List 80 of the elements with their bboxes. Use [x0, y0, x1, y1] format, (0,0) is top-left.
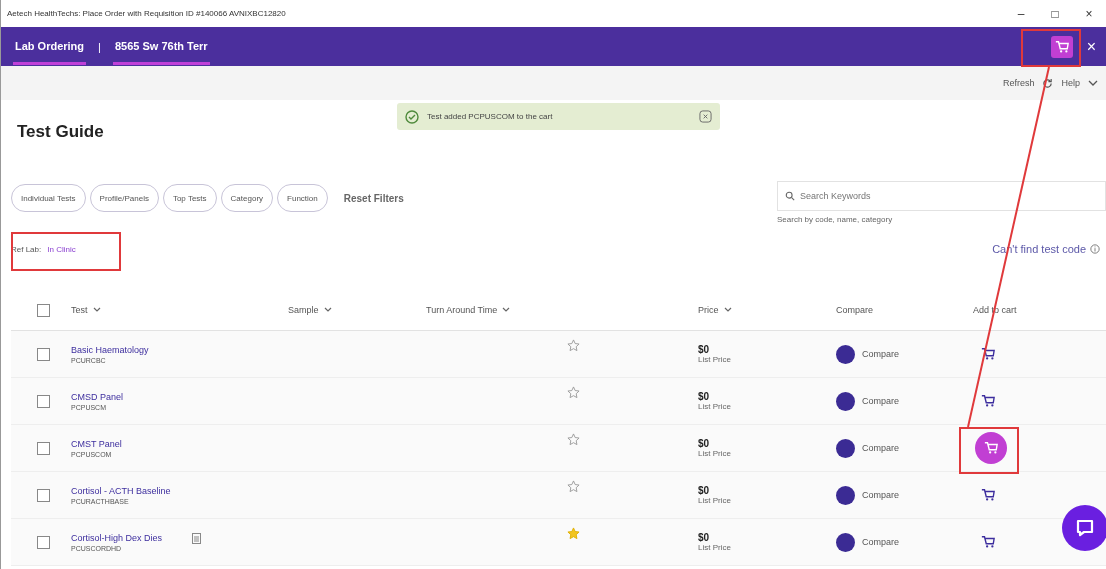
cart-icon: [984, 441, 998, 455]
window-control[interactable]: ×: [1072, 6, 1106, 21]
test-name-link[interactable]: Basic Haematology: [71, 344, 149, 355]
column-header[interactable]: Price: [698, 305, 719, 315]
page-title: Test Guide: [17, 122, 105, 142]
price: $0: [698, 344, 710, 355]
cart-icon: [981, 347, 995, 361]
star-icon[interactable]: [567, 433, 580, 446]
compare-label: Compare: [862, 490, 899, 500]
sort-caret-icon[interactable]: [323, 307, 332, 313]
filter-chip[interactable]: Individual Tests: [11, 184, 86, 212]
compare-toggle[interactable]: [836, 391, 855, 411]
price-label: List Price: [698, 449, 731, 458]
test-name-link[interactable]: Cortisol - ACTH Baseline: [71, 485, 171, 496]
compare-label: Compare: [862, 537, 899, 547]
row-checkbox[interactable]: [37, 347, 50, 361]
nav-separator: |: [98, 40, 101, 53]
price-label: List Price: [698, 355, 731, 364]
price: $0: [698, 391, 710, 402]
compare-toggle[interactable]: [836, 532, 855, 552]
star-icon[interactable]: [567, 480, 580, 493]
compare-toggle[interactable]: [836, 485, 855, 505]
filter-chip[interactable]: Top Tests: [162, 184, 217, 212]
chevron-down-icon: [1088, 79, 1098, 87]
row-checkbox[interactable]: [37, 441, 50, 455]
star-icon[interactable]: [567, 386, 580, 399]
search-field[interactable]: Search Keywords: [777, 181, 1106, 211]
price: $0: [698, 532, 710, 543]
column-header[interactable]: Turn Around Time: [426, 305, 498, 315]
row-checkbox[interactable]: [37, 394, 50, 408]
compare-toggle[interactable]: [836, 438, 855, 458]
refresh-link[interactable]: Refresh: [1002, 78, 1035, 88]
filter-chip[interactable]: Profile/Panels: [89, 184, 159, 212]
sort-caret-icon[interactable]: [723, 307, 732, 313]
cart-icon: [981, 394, 995, 408]
star-icon[interactable]: [567, 527, 580, 540]
compare-label: Compare: [862, 443, 899, 453]
toast-message: Test added PCPUSCOM to the cart: [427, 112, 554, 121]
check-circle-icon: [405, 109, 419, 124]
price-label: List Price: [698, 402, 731, 411]
refresh-icon[interactable]: [1042, 77, 1054, 89]
window-title: Aetech HealthTechs: Place Order with Requisition ID #140066 AVNIXBC12820: [7, 9, 286, 18]
row-checkbox[interactable]: [37, 488, 50, 502]
close-icon[interactable]: [699, 110, 712, 123]
ref-lab-link[interactable]: In Clinic: [47, 244, 76, 254]
test-name-link[interactable]: CMSD Panel: [71, 391, 124, 402]
reset-filters-link[interactable]: Reset Filters: [343, 192, 404, 204]
add-to-cart-button[interactable]: [975, 432, 1007, 464]
highlight-box: [1021, 29, 1081, 67]
compare-label: Compare: [862, 396, 899, 406]
search-hint: Search by code, name, category: [777, 215, 894, 224]
column-header[interactable]: Compare: [836, 305, 873, 315]
row-checkbox[interactable]: [37, 535, 50, 549]
star-icon[interactable]: [567, 339, 580, 352]
select-all-checkbox[interactable]: [37, 303, 50, 317]
test-name-link[interactable]: Cortisol-High Dex Dies: [71, 532, 163, 543]
price: $0: [698, 438, 710, 449]
cart-button[interactable]: [1050, 35, 1073, 58]
window-control[interactable]: □: [1038, 6, 1072, 21]
help-menu[interactable]: Help: [1061, 78, 1080, 88]
test-name-link[interactable]: CMST Panel: [71, 438, 122, 449]
highlight-box: [959, 427, 1019, 474]
sort-caret-icon[interactable]: [92, 307, 101, 313]
window-control[interactable]: –: [1004, 6, 1038, 21]
column-header[interactable]: Sample: [288, 305, 319, 315]
cart-icon: [981, 535, 995, 549]
compare-label: Compare: [862, 349, 899, 359]
cart-icon: [1054, 39, 1069, 54]
price-label: List Price: [698, 543, 731, 552]
price: $0: [698, 485, 710, 496]
info-icon: [1090, 244, 1100, 254]
sort-caret-icon[interactable]: [502, 307, 511, 313]
filter-chip[interactable]: Category: [220, 184, 274, 212]
price-label: List Price: [698, 496, 731, 505]
close-button[interactable]: ×: [1086, 37, 1096, 56]
chat-icon: [1075, 518, 1095, 538]
cart-icon: [981, 488, 995, 502]
compare-toggle[interactable]: [836, 344, 855, 364]
column-header[interactable]: Test: [71, 305, 88, 315]
filter-chip[interactable]: Function: [277, 184, 328, 212]
